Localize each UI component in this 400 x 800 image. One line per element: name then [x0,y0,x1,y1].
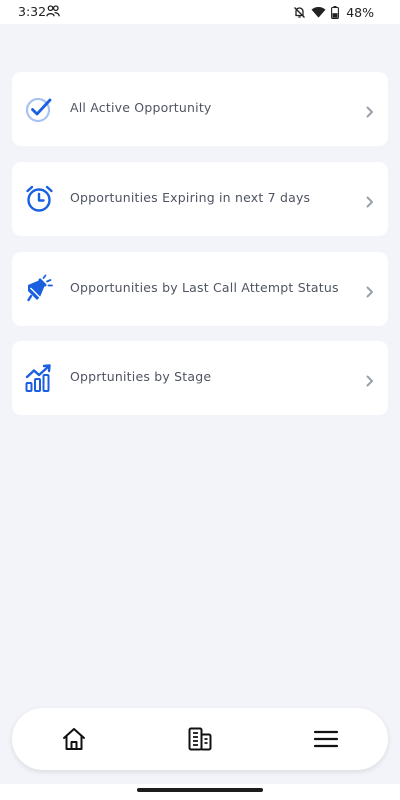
check-circle-icon [24,94,54,124]
menu-item-label: Opportunities Expiring in next 7 days [70,190,311,205]
buildings-icon[interactable] [186,725,214,753]
menu-item-opportunities-by-stage[interactable]: Opprtunities by Stage [12,341,388,415]
menu-item-label: Opportunities by Last Call Attempt Statu… [70,280,339,295]
wifi-icon [311,6,326,18]
battery-percent: 48% [346,4,374,20]
hamburger-menu-icon[interactable] [312,725,340,753]
menu-item-label: Opprtunities by Stage [70,369,212,384]
menu-item-last-call-attempt-status[interactable]: Opportunities by Last Call Attempt Statu… [12,252,388,326]
menu-item-all-active-opportunity[interactable]: All Active Opportunity [12,72,388,146]
battery-icon [331,5,340,19]
status-indicators: 48% [293,3,374,21]
status-time: 3:32 [18,4,47,19]
chevron-right-icon [366,283,374,298]
bar-chart-trend-icon [24,363,54,393]
chevron-right-icon [366,372,374,387]
menu-item-expiring-next-7-days[interactable]: Opportunities Expiring in next 7 days [12,162,388,236]
home-icon[interactable] [60,725,88,753]
home-handle[interactable] [137,788,263,792]
alarm-clock-icon [24,184,54,214]
status-bar: 3:32 48% [0,0,400,24]
megaphone-icon [24,274,54,304]
gesture-bar [0,784,400,800]
menu-item-label: All Active Opportunity [70,100,212,115]
chevron-right-icon [366,103,374,118]
people-icon [46,5,60,17]
bottom-nav [12,708,388,770]
chevron-right-icon [366,193,374,208]
vibrate-off-icon [293,6,306,19]
